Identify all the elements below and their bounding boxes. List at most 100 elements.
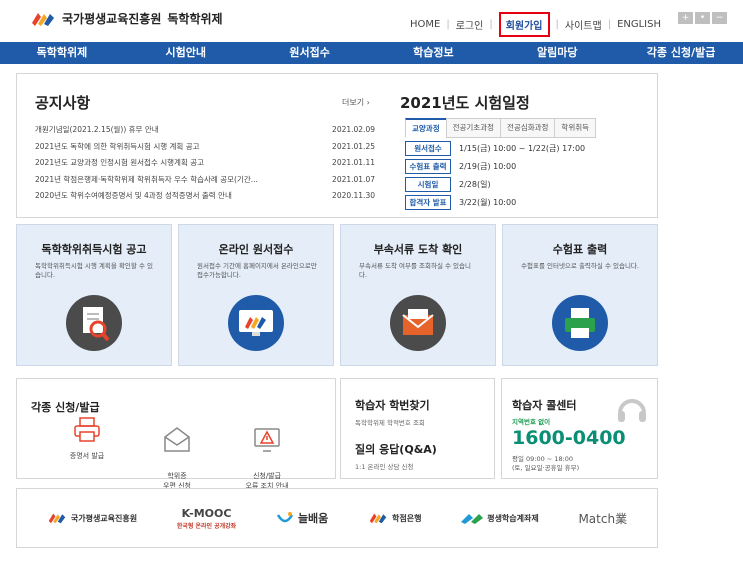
find-id-desc: 독학학위제 학적번호 조회 <box>355 419 425 427</box>
card-document-check[interactable]: 부속서류 도착 확인 부속서류 도착 여부를 조회하실 수 있습니다. <box>340 224 496 366</box>
notice-date: 2021.01.11 <box>332 158 375 167</box>
partner-neulbaeum[interactable]: 늘배움 <box>276 510 328 526</box>
card-desc: 독학학위취득시험 시행 계획을 확인할 수 있습니다. <box>35 262 153 279</box>
org-logo-icon <box>32 12 54 26</box>
printer-icon <box>552 295 608 351</box>
notice-list: 개원기념일(2021.2.15(월)) 휴무 안내 2021.02.09 2021… <box>35 122 375 205</box>
card-desc: 원서접수 기간에 홈페이지에서 온라인으로만 접수가능합니다. <box>197 262 317 279</box>
partner-credit-bank[interactable]: 학점은행 <box>368 512 421 524</box>
schedule-row: 합격자 발표 3/22(월) 10:00 <box>405 195 635 210</box>
tab-liberal-arts[interactable]: 교양과정 <box>405 118 447 138</box>
partner-match[interactable]: Match業 <box>578 510 627 527</box>
nav-item-notice[interactable]: 알림마당 <box>495 42 619 64</box>
schedule-label: 합격자 발표 <box>405 195 451 210</box>
card-title: 독학학위취득시험 공고 <box>41 243 147 256</box>
apply-panel: 각종 신청/발급 증명서 발급 학위증 우편 신청 신청/발급 오류 조치 안내 <box>16 378 336 490</box>
notice-date: 2021.02.09 <box>332 125 375 134</box>
envelope-icon <box>390 295 446 351</box>
nav-item-study-info[interactable]: 학습정보 <box>371 42 495 64</box>
partner-name: K-MOOC <box>181 506 232 520</box>
font-decrease-button[interactable]: − <box>712 12 727 24</box>
card-title: 온라인 원서접수 <box>218 243 294 256</box>
partner-sub: 한국형 온라인 공개강좌 <box>176 522 237 530</box>
partner-name: 늘배움 <box>297 512 329 525</box>
apply-error-guide[interactable]: 신청/발급 오류 조치 안내 <box>227 415 307 491</box>
headset-icon <box>618 399 646 422</box>
schedule-value: 2/19(금) 10:00 <box>459 162 517 171</box>
tab-major-basic[interactable]: 전공기초과정 <box>445 118 502 138</box>
card-exam-notice[interactable]: 독학학위취득시험 공고 독학학위취득시험 시행 계획을 확인할 수 있습니다. <box>16 224 172 366</box>
separator: | <box>607 19 612 30</box>
schedule-label: 시험일 <box>405 177 451 192</box>
partner-name: 국가평생교육진흥원 <box>70 513 138 523</box>
notice-title: 공지사항 <box>35 94 91 112</box>
org-name: 국가평생교육진흥원 <box>62 12 162 26</box>
schedule-row: 시험일 2/28(일) <box>405 177 635 192</box>
separator: | <box>489 19 493 30</box>
org-logo-icon <box>48 513 66 524</box>
card-title: 부속서류 도착 확인 <box>373 243 463 256</box>
apply-certificate[interactable]: 증명서 발급 <box>47 415 127 461</box>
schedule-value: 1/15(금) 10:00 ~ 1/22(금) 17:00 <box>459 144 586 153</box>
partner-name: 평생학습계좌제 <box>487 513 539 523</box>
font-increase-button[interactable]: + <box>678 12 693 24</box>
main-nav: 독학학위제 시험안내 원서접수 학습정보 알림마당 각종 신청/발급 <box>0 42 743 64</box>
callcenter-number: 1600-0400 <box>512 427 626 449</box>
nav-item-exam-info[interactable]: 시험안내 <box>124 42 248 64</box>
printer-icon <box>74 417 100 442</box>
notice-text: 2021년 학점은행제·독학학위제 학위취득자 우수 학습사례 공모(기간... <box>35 174 258 184</box>
schedule-tabs: 교양과정 전공기초과정 전공심화과정 학위취득 <box>405 118 597 138</box>
smile-logo-icon <box>276 512 294 523</box>
tab-major-advanced[interactable]: 전공심화과정 <box>500 118 556 138</box>
callcenter-title: 학습자 콜센터 <box>512 399 577 412</box>
notice-date: 2020.11.30 <box>332 191 375 200</box>
partner-banner: 국가평생교육진흥원 K-MOOC 한국형 온라인 공개강좌 늘배움 학점은행 평… <box>16 488 658 548</box>
qa-title[interactable]: 질의 응답(Q&A) <box>355 441 437 457</box>
list-item[interactable]: 2021년도 독학에 의한 학위취득시험 시행 계획 공고 2021.01.25 <box>35 139 375 156</box>
card-desc: 부속서류 도착 여부를 조회하실 수 있습니다. <box>359 262 471 279</box>
card-title: 수험표 출력 <box>552 243 608 256</box>
nav-item-dokhak[interactable]: 독학학위제 <box>0 42 124 64</box>
notice-text: 2020년도 학위수여예정증명서 및 4과정 성적증명서 출력 안내 <box>35 191 232 200</box>
notice-text: 2021년도 교양과정 인정시험 원서접수 시행계획 공고 <box>35 158 205 167</box>
find-id-title[interactable]: 학습자 학번찾기 <box>355 397 430 413</box>
org-logo-icon <box>369 513 387 524</box>
tab-degree[interactable]: 학위취득 <box>554 118 597 138</box>
partner-kmooc[interactable]: K-MOOC 한국형 온라인 공개강좌 <box>177 507 236 530</box>
notice-schedule-panel: 공지사항 더보기 › 개원기념일(2021.2.15(월)) 휴무 안내 2021… <box>16 73 658 218</box>
wave-logo-icon <box>461 514 484 524</box>
sitemap-link[interactable]: 사이트맵 <box>565 17 602 32</box>
card-online-application[interactable]: 온라인 원서접수 원서접수 기간에 홈페이지에서 온라인으로만 접수가능합니다. <box>178 224 334 366</box>
apply-diploma-mail[interactable]: 학위증 우편 신청 <box>137 415 217 491</box>
list-item[interactable]: 2021년도 교양과정 인정시험 원서접수 시행계획 공고 2021.01.11 <box>35 155 375 172</box>
partner-lifelong-account[interactable]: 평생학습계좌제 <box>461 512 539 524</box>
schedule-value: 3/22(월) 10:00 <box>459 198 517 207</box>
signup-link[interactable]: 회원가입 <box>498 12 550 37</box>
schedule-title: 2021년도 시험일정 <box>400 94 530 112</box>
nav-item-application[interactable]: 원서접수 <box>248 42 372 64</box>
callcenter-panel: 학습자 콜센터 지역번호 없이 1600-0400 평일 09:00 ~ 18:… <box>501 378 658 479</box>
list-item[interactable]: 2020년도 학위수여예정증명서 및 4과정 성적증명서 출력 안내 2020.1… <box>35 188 375 205</box>
nav-item-apply[interactable]: 각종 신청/발급 <box>619 42 743 64</box>
home-link[interactable]: HOME <box>410 19 440 30</box>
partner-nile[interactable]: 국가평생교육진흥원 <box>47 512 137 524</box>
utility-links: HOME | 로그인 | 회원가입 | 사이트맵 | ENGLISH <box>410 12 661 37</box>
font-size-controls: + • − <box>678 12 727 24</box>
schedule-row: 원서접수 1/15(금) 10:00 ~ 1/22(금) 17:00 <box>405 141 635 156</box>
list-item[interactable]: 2021년 학점은행제·독학학위제 학위취득자 우수 학습사례 공모(기간...… <box>35 172 375 189</box>
site-logo[interactable]: 국가평생교육진흥원 독학학위제 <box>30 10 223 27</box>
partner-name: Match業 <box>578 511 628 526</box>
list-item[interactable]: 개원기념일(2021.2.15(월)) 휴무 안내 2021.02.09 <box>35 122 375 139</box>
font-reset-button[interactable]: • <box>695 12 710 24</box>
notice-date: 2021.01.25 <box>332 141 375 151</box>
card-print-ticket[interactable]: 수험표 출력 수험표를 인터넷으로 출력하실 수 있습니다. <box>502 224 658 366</box>
login-link[interactable]: 로그인 <box>456 17 484 32</box>
separator: | <box>446 19 450 30</box>
notice-text: 개원기념일(2021.2.15(월)) 휴무 안내 <box>35 125 159 134</box>
monitor-logo-icon <box>228 295 284 351</box>
notice-text: 2021년도 독학에 의한 학위취득시험 시행 계획 공고 <box>35 141 200 151</box>
english-link[interactable]: ENGLISH <box>617 19 661 30</box>
notice-more-link[interactable]: 더보기 › <box>342 97 370 108</box>
apply-title: 각종 신청/발급 <box>31 401 100 414</box>
document-search-icon <box>66 295 122 351</box>
